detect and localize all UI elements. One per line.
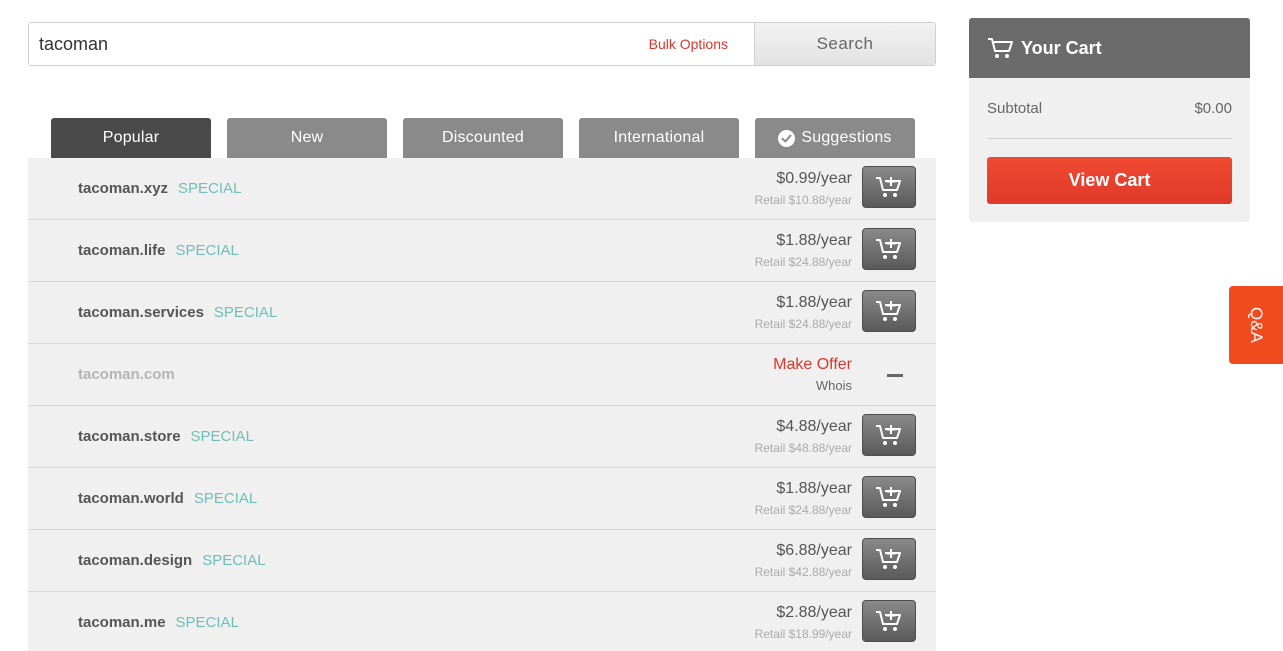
tab-label: Discounted	[441, 129, 525, 146]
tab-label: New	[290, 129, 324, 146]
domain-row: tacoman.services SPECIAL $1.88/year Retai…	[28, 282, 936, 344]
add-to-cart-icon	[876, 487, 901, 507]
tab-new[interactable]: New	[227, 118, 387, 158]
qa-tab[interactable]: Q&A	[1229, 286, 1283, 364]
tab-discounted[interactable]: Discounted	[403, 118, 563, 158]
domain-name[interactable]: tacoman.me SPECIAL	[78, 614, 239, 631]
special-badge: SPECIAL	[193, 490, 258, 507]
price: $1.88/year	[776, 231, 852, 249]
domain-name[interactable]: tacoman.store SPECIAL	[78, 428, 254, 445]
domain-row: tacoman.design SPECIAL $6.88/year Retail …	[28, 530, 936, 592]
retail-price: Retail $24.88/year	[754, 254, 852, 269]
domain-row: tacoman.store SPECIAL $4.88/year Retail $…	[28, 406, 936, 468]
add-to-cart-button[interactable]	[862, 538, 916, 580]
price-block: $0.99/year Retail $10.88/year	[755, 169, 852, 209]
cart-icon	[988, 38, 1013, 58]
price-block: $4.88/year Retail $48.88/year	[755, 417, 852, 457]
price-block: $1.88/year Retail $24.88/year	[755, 293, 852, 333]
search-bar: Bulk Options Search	[28, 22, 936, 66]
retail-price: Retail $10.88/year	[754, 192, 852, 207]
tab-international[interactable]: International	[579, 118, 739, 158]
domain-row-taken: tacoman.com Make Offer Whois	[28, 344, 936, 406]
offer-block: Make Offer Whois	[773, 355, 852, 395]
add-to-cart-button[interactable]	[862, 600, 916, 642]
price: $4.88/year	[776, 417, 852, 435]
domain-row: tacoman.me SPECIAL $2.88/year Retail $18.…	[28, 592, 936, 651]
retail-price: Retail $48.88/year	[754, 440, 852, 455]
retail-price: Retail $24.88/year	[754, 316, 852, 331]
cart-panel: Your Cart Subtotal $0.00 View Cart	[969, 18, 1250, 222]
price-block: $1.88/year Retail $24.88/year	[755, 479, 852, 519]
price-block: $6.88/year Retail $42.88/year	[755, 541, 852, 581]
price: $2.88/year	[776, 603, 852, 621]
tab-label: International	[613, 129, 705, 146]
category-tabs: Popular New Discounted International Sug…	[51, 118, 915, 158]
add-to-cart-button[interactable]	[862, 290, 916, 332]
special-badge: SPECIAL	[190, 428, 254, 445]
domain-name: tacoman.com	[78, 366, 175, 383]
tab-label: Suggestions	[801, 129, 892, 146]
tab-label: Popular	[102, 129, 160, 146]
subtotal-value: $0.00	[1194, 99, 1232, 117]
price-block: $2.88/year Retail $18.99/year	[755, 603, 852, 643]
whois-link[interactable]: Whois	[773, 377, 852, 395]
special-badge: SPECIAL	[175, 614, 239, 631]
price: $1.88/year	[776, 479, 852, 497]
price: $1.88/year	[776, 293, 852, 311]
add-to-cart-icon	[876, 549, 901, 569]
add-to-cart-button[interactable]	[862, 166, 916, 208]
search-button[interactable]: Search	[754, 23, 935, 65]
add-to-cart-button[interactable]	[862, 228, 916, 270]
retail-price: Retail $18.99/year	[754, 626, 852, 641]
special-badge: SPECIAL	[178, 180, 242, 197]
special-badge: SPECIAL	[213, 304, 278, 321]
tab-popular[interactable]: Popular	[51, 118, 211, 158]
special-badge: SPECIAL	[175, 242, 239, 259]
add-to-cart-icon	[876, 239, 901, 259]
search-input[interactable]	[29, 23, 649, 65]
view-cart-button[interactable]: View Cart	[987, 157, 1232, 204]
qa-label: Q&A	[1247, 307, 1266, 343]
domain-name[interactable]: tacoman.design SPECIAL	[78, 552, 266, 569]
checkmark-circle-icon	[778, 129, 796, 147]
domain-name[interactable]: tacoman.world SPECIAL	[78, 490, 257, 507]
domain-results-list: tacoman.xyz SPECIAL $0.99/year Retail $10…	[28, 158, 936, 651]
domain-row: tacoman.world SPECIAL $1.88/year Retail $…	[28, 468, 936, 530]
price: $6.88/year	[776, 541, 852, 559]
price: $0.99/year	[776, 169, 852, 187]
add-to-cart-icon	[876, 177, 901, 197]
price-block: $1.88/year Retail $24.88/year	[755, 231, 852, 271]
domain-name[interactable]: tacoman.xyz SPECIAL	[78, 180, 241, 197]
retail-price: Retail $24.88/year	[754, 502, 852, 517]
domain-row: tacoman.xyz SPECIAL $0.99/year Retail $10…	[28, 158, 936, 220]
cart-header: Your Cart	[969, 18, 1250, 78]
domain-name[interactable]: tacoman.services SPECIAL	[78, 304, 277, 321]
add-to-cart-button[interactable]	[862, 476, 916, 518]
cart-title: Your Cart	[1021, 37, 1102, 58]
add-to-cart-icon	[876, 301, 901, 321]
bulk-options-link[interactable]: Bulk Options	[649, 36, 728, 52]
domain-row: tacoman.life SPECIAL $1.88/year Retail $2…	[28, 220, 936, 282]
add-to-cart-icon	[876, 425, 901, 445]
add-to-cart-icon	[876, 611, 901, 631]
retail-price: Retail $42.88/year	[754, 564, 852, 579]
unavailable-dash-icon	[887, 374, 903, 377]
special-badge: SPECIAL	[202, 552, 266, 569]
subtotal-label: Subtotal	[987, 99, 1043, 117]
domain-name[interactable]: tacoman.life SPECIAL	[78, 242, 239, 259]
add-to-cart-button[interactable]	[862, 414, 916, 456]
tab-suggestions[interactable]: Suggestions	[755, 118, 915, 158]
make-offer-link[interactable]: Make Offer	[773, 355, 852, 375]
subtotal-row: Subtotal $0.00	[987, 78, 1232, 139]
